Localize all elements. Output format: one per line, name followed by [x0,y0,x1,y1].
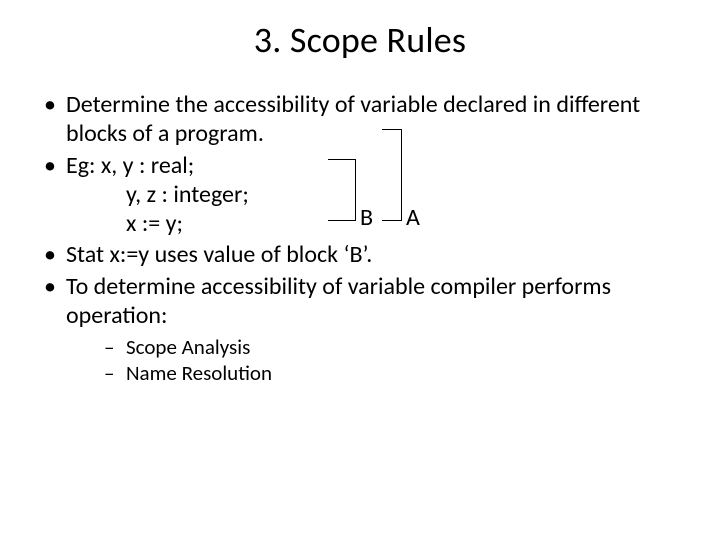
label-a: A [406,203,420,232]
bullet-4: To determine accessibility of variable c… [36,272,684,387]
bullet-2-text: Eg: x, y : real; [66,151,194,180]
slide: 3. Scope Rules Determine the accessibili… [0,0,720,540]
sub-2: Name Resolution [66,360,684,386]
bullet-1-text: Determine the accessibility of variable … [66,90,640,148]
bullet-2-line2: y, z : integer; [66,180,684,209]
bullet-3: Stat x:=y uses value of block ‘B’. [36,240,684,269]
bullet-list: Determine the accessibility of variable … [36,90,684,387]
sub-1: Scope Analysis [66,334,684,360]
bracket-a-shape [382,129,402,221]
bullet-2-line3-text: x := y; [126,209,183,238]
bullet-2-line3: x := y; B A [66,209,684,238]
label-b: B [360,203,373,232]
sub-list: Scope Analysis Name Resolution [66,334,684,387]
bullet-3-text: Stat x:=y uses value of block ‘B’. [66,240,372,269]
slide-title: 3. Scope Rules [36,18,684,62]
bracket-b-shape [328,159,356,221]
bullet-2: Eg: x, y : real; y, z : integer; x := y;… [36,151,684,239]
sub-1-text: Scope Analysis [126,334,250,360]
bullet-4-text: To determine accessibility of variable c… [66,272,611,330]
bullet-1: Determine the accessibility of variable … [36,90,684,149]
sub-2-text: Name Resolution [126,360,272,386]
